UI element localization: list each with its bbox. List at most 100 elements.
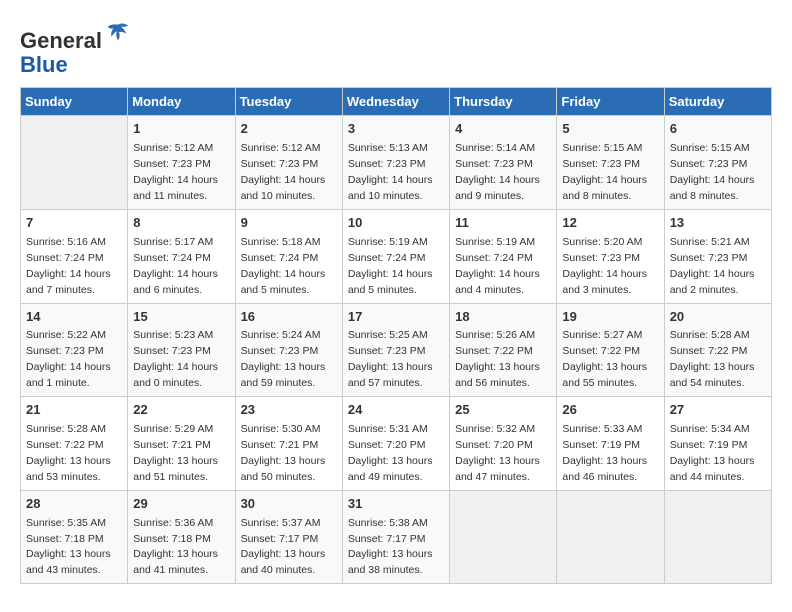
day-info: Sunrise: 5:33 AMSunset: 7:19 PMDaylight:… xyxy=(562,423,647,483)
logo: General Blue xyxy=(20,20,132,77)
calendar-cell xyxy=(21,116,128,210)
calendar-cell xyxy=(557,490,664,584)
calendar-cell: 30Sunrise: 5:37 AMSunset: 7:17 PMDayligh… xyxy=(235,490,342,584)
day-number: 8 xyxy=(133,214,229,233)
calendar-cell: 15 Sunrise: 5:23 AMSunset: 7:23 PMDayligh… xyxy=(128,303,235,397)
calendar-cell: 26 Sunrise: 5:33 AMSunset: 7:19 PMDayligh… xyxy=(557,397,664,491)
day-number: 14 xyxy=(26,308,122,327)
day-info: Sunrise: 5:19 AMSunset: 7:24 PMDaylight:… xyxy=(455,236,540,296)
day-info: Sunrise: 5:21 AMSunset: 7:23 PMDaylight:… xyxy=(670,236,755,296)
day-number: 26 xyxy=(562,401,658,420)
calendar-cell xyxy=(664,490,771,584)
day-info: Sunrise: 5:27 AMSunset: 7:22 PMDaylight:… xyxy=(562,329,647,389)
day-info: Sunrise: 5:38 AMSunset: 7:17 PMDaylight:… xyxy=(348,517,433,577)
day-number: 18 xyxy=(455,308,551,327)
calendar-cell: 11 Sunrise: 5:19 AMSunset: 7:24 PMDayligh… xyxy=(450,209,557,303)
day-number: 29 xyxy=(133,495,229,514)
calendar-cell: 13 Sunrise: 5:21 AMSunset: 7:23 PMDayligh… xyxy=(664,209,771,303)
calendar-cell: 29 Sunrise: 5:36 AMSunset: 7:18 PMDayligh… xyxy=(128,490,235,584)
day-info: Sunrise: 5:36 AMSunset: 7:18 PMDaylight:… xyxy=(133,517,218,577)
day-number: 10 xyxy=(348,214,444,233)
day-number: 27 xyxy=(670,401,766,420)
day-info: Sunrise: 5:13 AMSunset: 7:23 PMDaylight:… xyxy=(348,142,433,202)
day-number: 3 xyxy=(348,120,444,139)
day-number: 23 xyxy=(241,401,337,420)
calendar-cell: 9 Sunrise: 5:18 AMSunset: 7:24 PMDaylight… xyxy=(235,209,342,303)
calendar-cell xyxy=(450,490,557,584)
day-number: 31 xyxy=(348,495,444,514)
day-info: Sunrise: 5:15 AMSunset: 7:23 PMDaylight:… xyxy=(670,142,755,202)
calendar-cell: 19 Sunrise: 5:27 AMSunset: 7:22 PMDayligh… xyxy=(557,303,664,397)
day-number: 24 xyxy=(348,401,444,420)
day-number: 13 xyxy=(670,214,766,233)
day-number: 25 xyxy=(455,401,551,420)
weekday-header-friday: Friday xyxy=(557,88,664,116)
calendar-cell: 21Sunrise: 5:28 AMSunset: 7:22 PMDayligh… xyxy=(21,397,128,491)
calendar-cell: 14 Sunrise: 5:22 AMSunset: 7:23 PMDayligh… xyxy=(21,303,128,397)
day-number: 19 xyxy=(562,308,658,327)
day-number: 17 xyxy=(348,308,444,327)
day-number: 15 xyxy=(133,308,229,327)
weekday-header-wednesday: Wednesday xyxy=(342,88,449,116)
calendar-cell: 28 Sunrise: 5:35 AMSunset: 7:18 PMDayligh… xyxy=(21,490,128,584)
calendar-cell: 20 Sunrise: 5:28 AMSunset: 7:22 PMDayligh… xyxy=(664,303,771,397)
calendar-cell: 10 Sunrise: 5:19 AMSunset: 7:24 PMDayligh… xyxy=(342,209,449,303)
day-info: Sunrise: 5:25 AMSunset: 7:23 PMDaylight:… xyxy=(348,329,433,389)
day-number: 12 xyxy=(562,214,658,233)
weekday-header-thursday: Thursday xyxy=(450,88,557,116)
day-info: Sunrise: 5:34 AMSunset: 7:19 PMDaylight:… xyxy=(670,423,755,483)
day-number: 5 xyxy=(562,120,658,139)
day-info: Sunrise: 5:19 AMSunset: 7:24 PMDaylight:… xyxy=(348,236,433,296)
day-number: 2 xyxy=(241,120,337,139)
day-number: 30 xyxy=(241,495,337,514)
day-number: 28 xyxy=(26,495,122,514)
calendar-cell: 1 Sunrise: 5:12 AMSunset: 7:23 PMDaylight… xyxy=(128,116,235,210)
weekday-header-saturday: Saturday xyxy=(664,88,771,116)
calendar-cell: 23 Sunrise: 5:30 AMSunset: 7:21 PMDayligh… xyxy=(235,397,342,491)
day-info: Sunrise: 5:32 AMSunset: 7:20 PMDaylight:… xyxy=(455,423,540,483)
day-info: Sunrise: 5:20 AMSunset: 7:23 PMDaylight:… xyxy=(562,236,647,296)
weekday-header-tuesday: Tuesday xyxy=(235,88,342,116)
logo-bird-icon xyxy=(104,20,132,48)
day-number: 6 xyxy=(670,120,766,139)
calendar-cell: 24Sunrise: 5:31 AMSunset: 7:20 PMDayligh… xyxy=(342,397,449,491)
day-number: 11 xyxy=(455,214,551,233)
calendar-cell: 12 Sunrise: 5:20 AMSunset: 7:23 PMDayligh… xyxy=(557,209,664,303)
calendar-cell: 25 Sunrise: 5:32 AMSunset: 7:20 PMDayligh… xyxy=(450,397,557,491)
day-info: Sunrise: 5:23 AMSunset: 7:23 PMDaylight:… xyxy=(133,329,218,389)
day-number: 1 xyxy=(133,120,229,139)
day-info: Sunrise: 5:35 AMSunset: 7:18 PMDaylight:… xyxy=(26,517,111,577)
calendar-cell: 8 Sunrise: 5:17 AMSunset: 7:24 PMDaylight… xyxy=(128,209,235,303)
calendar-cell: 27 Sunrise: 5:34 AMSunset: 7:19 PMDayligh… xyxy=(664,397,771,491)
logo-blue: Blue xyxy=(20,52,68,77)
calendar-cell: 3 Sunrise: 5:13 AMSunset: 7:23 PMDaylight… xyxy=(342,116,449,210)
day-info: Sunrise: 5:12 AMSunset: 7:23 PMDaylight:… xyxy=(133,142,218,202)
day-info: Sunrise: 5:22 AMSunset: 7:23 PMDaylight:… xyxy=(26,329,111,389)
calendar-cell: 18Sunrise: 5:26 AMSunset: 7:22 PMDayligh… xyxy=(450,303,557,397)
logo-general: General xyxy=(20,28,102,53)
day-info: Sunrise: 5:17 AMSunset: 7:24 PMDaylight:… xyxy=(133,236,218,296)
day-info: Sunrise: 5:18 AMSunset: 7:24 PMDaylight:… xyxy=(241,236,326,296)
calendar-cell: 6 Sunrise: 5:15 AMSunset: 7:23 PMDaylight… xyxy=(664,116,771,210)
day-info: Sunrise: 5:14 AMSunset: 7:23 PMDaylight:… xyxy=(455,142,540,202)
day-info: Sunrise: 5:12 AMSunset: 7:23 PMDaylight:… xyxy=(241,142,326,202)
calendar-cell: 16 Sunrise: 5:24 AMSunset: 7:23 PMDayligh… xyxy=(235,303,342,397)
day-info: Sunrise: 5:24 AMSunset: 7:23 PMDaylight:… xyxy=(241,329,326,389)
weekday-header-monday: Monday xyxy=(128,88,235,116)
day-info: Sunrise: 5:15 AMSunset: 7:23 PMDaylight:… xyxy=(562,142,647,202)
day-info: Sunrise: 5:30 AMSunset: 7:21 PMDaylight:… xyxy=(241,423,326,483)
day-number: 22 xyxy=(133,401,229,420)
calendar-cell: 22 Sunrise: 5:29 AMSunset: 7:21 PMDayligh… xyxy=(128,397,235,491)
day-number: 9 xyxy=(241,214,337,233)
day-number: 7 xyxy=(26,214,122,233)
calendar-cell: 5 Sunrise: 5:15 AMSunset: 7:23 PMDaylight… xyxy=(557,116,664,210)
day-info: Sunrise: 5:28 AMSunset: 7:22 PMDaylight:… xyxy=(670,329,755,389)
calendar-cell: 4Sunrise: 5:14 AMSunset: 7:23 PMDaylight… xyxy=(450,116,557,210)
day-info: Sunrise: 5:29 AMSunset: 7:21 PMDaylight:… xyxy=(133,423,218,483)
weekday-header-sunday: Sunday xyxy=(21,88,128,116)
day-number: 16 xyxy=(241,308,337,327)
day-info: Sunrise: 5:28 AMSunset: 7:22 PMDaylight:… xyxy=(26,423,111,483)
calendar-cell: 2 Sunrise: 5:12 AMSunset: 7:23 PMDaylight… xyxy=(235,116,342,210)
day-info: Sunrise: 5:16 AMSunset: 7:24 PMDaylight:… xyxy=(26,236,111,296)
day-number: 20 xyxy=(670,308,766,327)
